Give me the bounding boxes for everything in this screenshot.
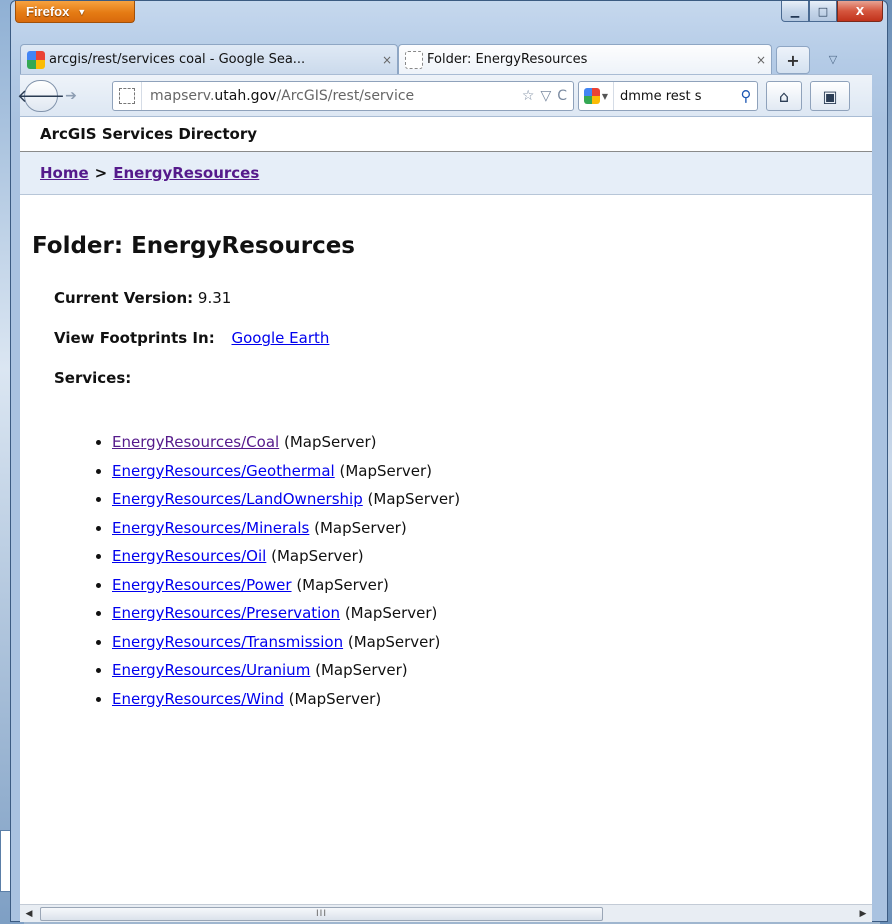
url-bar[interactable]: mapserv.utah.gov/ArcGIS/rest/service ☆ ▽… <box>112 81 574 111</box>
search-icon[interactable]: ⚲ <box>735 87 757 105</box>
service-type: (MapServer) <box>283 433 377 451</box>
url-domain: utah.gov <box>214 88 277 104</box>
services-list: EnergyResources/Coal (MapServer)EnergyRe… <box>20 429 872 714</box>
service-list-item: EnergyResources/Uranium (MapServer) <box>112 657 872 686</box>
service-link[interactable]: EnergyResources/Uranium <box>112 661 310 679</box>
url-bar-icons: ☆ ▽ C <box>522 88 573 104</box>
scrollbar-track[interactable]: III <box>38 906 854 922</box>
new-tab-button[interactable]: + <box>776 46 810 74</box>
back-button[interactable]: 🡐 <box>17 80 65 112</box>
service-link[interactable]: EnergyResources/Coal <box>112 433 279 451</box>
service-link[interactable]: EnergyResources/Preservation <box>112 604 340 622</box>
service-link[interactable]: EnergyResources/Oil <box>112 547 266 565</box>
breadcrumb-current-link[interactable]: EnergyResources <box>113 164 259 182</box>
tab-folder-energyresources[interactable]: Folder: EnergyResources × <box>398 44 772 74</box>
scrollbar-thumb[interactable]: III <box>40 906 603 921</box>
firefox-menu-button[interactable]: Firefox ▼ <box>15 1 135 23</box>
service-link[interactable]: EnergyResources/Transmission <box>112 633 343 651</box>
tab-strip: arcgis/rest/services coal - Google Sea..… <box>20 44 872 74</box>
google-icon <box>583 88 600 104</box>
window-controls: ▁ □ X <box>781 1 883 22</box>
service-type: (MapServer) <box>344 604 438 622</box>
navigation-toolbar: 🡐 ➔ mapserv.utah.gov/ArcGIS/rest/service… <box>17 74 872 116</box>
service-list-item: EnergyResources/Minerals (MapServer) <box>112 515 872 544</box>
minimize-button[interactable]: ▁ <box>781 1 809 22</box>
close-tab-icon[interactable]: × <box>377 53 397 67</box>
back-forward-group: 🡐 ➔ <box>17 80 108 112</box>
service-link[interactable]: EnergyResources/Minerals <box>112 519 309 537</box>
search-input[interactable]: dmme rest s <box>614 89 735 104</box>
service-link[interactable]: EnergyResources/Power <box>112 576 292 594</box>
bookmark-star-icon[interactable]: ☆ <box>522 88 535 104</box>
dropdown-arrow-icon: ▼ <box>601 91 609 101</box>
dropdown-arrow-icon: ▼ <box>77 6 87 17</box>
page-title: Folder: EnergyResources <box>32 233 355 259</box>
service-type: (MapServer) <box>367 490 461 508</box>
service-list-item: EnergyResources/Power (MapServer) <box>112 572 872 601</box>
current-version-label: Current Version: <box>54 289 194 307</box>
current-version-row: Current Version: 9.31 <box>54 289 872 307</box>
service-list-item: EnergyResources/Wind (MapServer) <box>112 686 872 715</box>
bookmarks-button[interactable]: ▣ <box>810 81 850 111</box>
close-window-button[interactable]: X <box>837 1 883 22</box>
page-header: ArcGIS Services Directory <box>20 117 872 152</box>
reload-icon[interactable]: C <box>557 88 567 104</box>
url-suffix: /ArcGIS/rest/service <box>276 88 415 104</box>
view-footprints-row: View Footprints In: Google Earth <box>54 329 872 347</box>
close-tab-icon[interactable]: × <box>751 53 771 67</box>
maximize-button[interactable]: □ <box>809 1 837 22</box>
breadcrumb: Home > EnergyResources <box>20 152 872 195</box>
forward-button[interactable]: ➔ <box>58 84 84 108</box>
firefox-menu-label: Firefox <box>26 4 70 19</box>
blank-page-icon <box>405 50 423 69</box>
tab-label: arcgis/rest/services coal - Google Sea..… <box>49 52 306 67</box>
google-earth-link[interactable]: Google Earth <box>231 329 329 347</box>
horizontal-scrollbar[interactable]: ◀ III ▶ <box>20 904 872 922</box>
service-type: (MapServer) <box>339 461 433 480</box>
page-content: ArcGIS Services Directory Home > EnergyR… <box>20 116 872 905</box>
service-type: (MapServer) <box>314 518 407 537</box>
service-link[interactable]: EnergyResources/Wind <box>112 690 284 708</box>
service-list-item: EnergyResources/Oil (MapServer) <box>112 543 872 572</box>
search-bar[interactable]: ▼ dmme rest s ⚲ <box>578 81 758 111</box>
google-icon <box>27 50 45 69</box>
breadcrumb-separator: > <box>94 164 108 182</box>
url-text[interactable]: mapserv.utah.gov/ArcGIS/rest/service <box>142 88 522 104</box>
service-type: (MapServer) <box>315 661 408 679</box>
service-type: (MapServer) <box>271 547 364 565</box>
services-label: Services: <box>54 369 872 387</box>
service-list-item: EnergyResources/Coal (MapServer) <box>112 429 872 458</box>
home-button[interactable]: ⌂ <box>766 81 802 111</box>
list-all-tabs-icon[interactable]: ▽ <box>820 48 846 70</box>
tab-google-search[interactable]: arcgis/rest/services coal - Google Sea..… <box>20 44 398 74</box>
url-prefix: mapserv. <box>150 88 215 104</box>
service-list-item: EnergyResources/Preservation (MapServer) <box>112 600 872 629</box>
tab-label: Folder: EnergyResources <box>427 52 588 67</box>
scroll-right-icon[interactable]: ▶ <box>854 906 872 922</box>
scroll-left-icon[interactable]: ◀ <box>20 906 38 922</box>
history-dropdown-icon[interactable]: ▽ <box>540 88 551 104</box>
service-type: (MapServer) <box>296 575 389 594</box>
service-link[interactable]: EnergyResources/LandOwnership <box>112 490 363 508</box>
current-version-value: 9.31 <box>197 289 232 307</box>
breadcrumb-home-link[interactable]: Home <box>40 164 89 182</box>
service-type: (MapServer) <box>288 689 382 708</box>
site-identity-icon[interactable] <box>113 82 142 110</box>
service-list-item: EnergyResources/LandOwnership (MapServer… <box>112 486 872 515</box>
view-footprints-label: View Footprints In: <box>54 329 215 347</box>
title-bar: Firefox ▼ ▁ □ X <box>11 1 887 35</box>
services-label-text: Services: <box>54 369 132 387</box>
service-link[interactable]: EnergyResources/Geothermal <box>112 462 335 480</box>
search-engine-selector[interactable]: ▼ <box>579 82 614 110</box>
service-list-item: EnergyResources/Transmission (MapServer) <box>112 629 872 658</box>
service-type: (MapServer) <box>347 632 441 651</box>
service-list-item: EnergyResources/Geothermal (MapServer) <box>112 458 872 487</box>
